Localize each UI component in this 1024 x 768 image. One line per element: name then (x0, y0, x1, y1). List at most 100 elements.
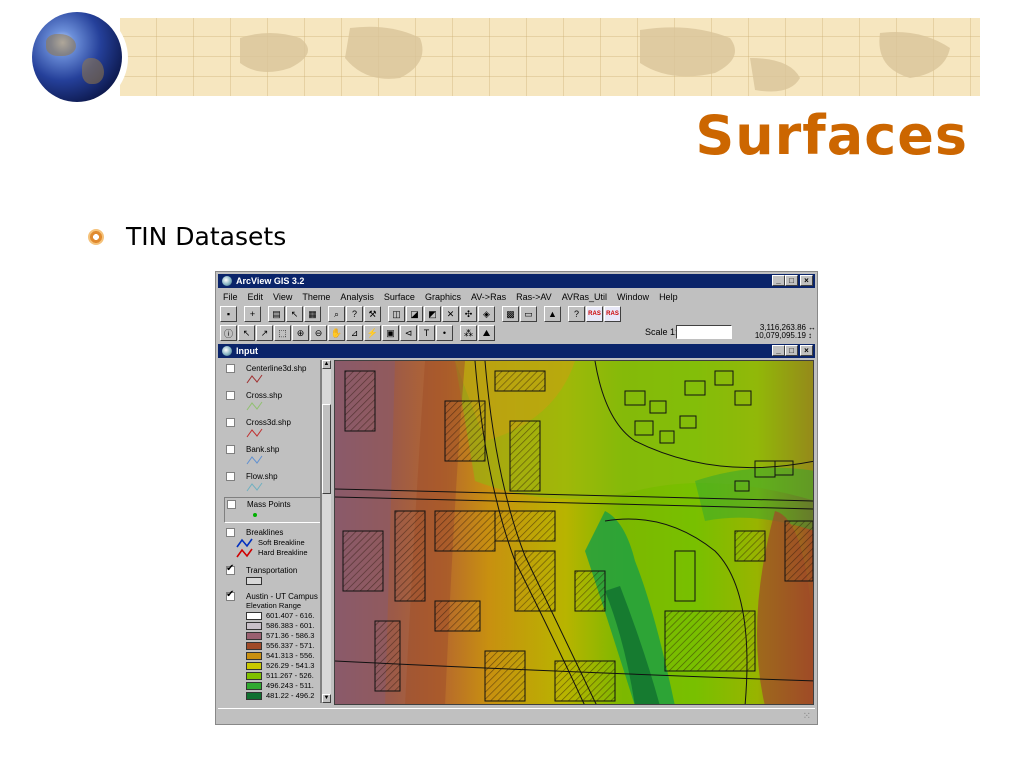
layer-checkbox[interactable] (226, 418, 235, 427)
menu-view[interactable]: View (268, 292, 297, 302)
draw-point-icon[interactable]: • (436, 325, 453, 341)
maximize-button[interactable]: □ (785, 275, 798, 286)
hard-breakline-label: Hard Breakline (258, 548, 308, 557)
layer-checkbox[interactable] (226, 472, 235, 481)
toc-scrollbar[interactable]: ▲ ▼ (322, 360, 331, 703)
open-table-icon[interactable]: ▦ (304, 306, 321, 322)
area-of-interest-icon[interactable]: ▣ (382, 325, 399, 341)
layer-transportation[interactable]: Transportation (224, 564, 320, 588)
menu-ras-av[interactable]: Ras->AV (511, 292, 557, 302)
elevation-legend-row: 601.407 - 616. (246, 611, 314, 620)
zoom-in-tool-icon[interactable]: ⊕ (292, 325, 309, 341)
layer-flow[interactable]: Flow.shp (224, 470, 320, 496)
menu-theme[interactable]: Theme (297, 292, 335, 302)
profile-icon[interactable]: ⛰ (478, 325, 495, 341)
menu-bar: File Edit View Theme Analysis Surface Gr… (218, 290, 683, 304)
menu-avras-util[interactable]: AVRas_Util (557, 292, 612, 302)
snap-icon[interactable]: ⁂ (460, 325, 477, 341)
layer-checkbox[interactable] (226, 391, 235, 400)
measure-icon[interactable]: ⊿ (346, 325, 363, 341)
scale-input[interactable] (676, 325, 732, 339)
find-icon[interactable]: ⌕ (328, 306, 345, 322)
minimize-button[interactable]: _ (772, 275, 785, 286)
layer-cross3d[interactable]: Cross3d.shp (224, 416, 320, 442)
scroll-down-icon[interactable]: ▼ (322, 694, 331, 703)
add-theme-icon[interactable]: + (244, 306, 261, 322)
line-symbol-icon (246, 455, 263, 465)
menu-surface[interactable]: Surface (379, 292, 420, 302)
layer-mass-points[interactable]: Mass Points (224, 497, 320, 523)
layer-centerline3d[interactable]: Centerline3d.shp (224, 362, 320, 388)
layer-cross[interactable]: Cross.shp (224, 389, 320, 415)
ras-tool-2-icon[interactable]: RAS (604, 306, 621, 322)
layer-checkbox[interactable] (226, 445, 235, 454)
menu-analysis[interactable]: Analysis (335, 292, 379, 302)
elevation-swatch (246, 671, 262, 680)
layer-breaklines[interactable]: Breaklines Soft Breakline Hard Breakline (224, 526, 320, 562)
view-icon (222, 346, 232, 356)
menu-file[interactable]: File (218, 292, 243, 302)
layer-checkbox[interactable] (226, 528, 235, 537)
view-close-button[interactable]: × (800, 345, 813, 356)
label-icon[interactable]: ⊲ (400, 325, 417, 341)
view-maximize-button[interactable]: □ (785, 345, 798, 356)
query-builder-icon[interactable]: ⚒ (364, 306, 381, 322)
select-feature-icon[interactable]: ⬚ (274, 325, 291, 341)
scroll-thumb[interactable] (322, 404, 331, 494)
zoom-in-icon[interactable]: ✕ (442, 306, 459, 322)
pointer-icon[interactable]: ↖ (238, 325, 255, 341)
elevation-swatch (246, 681, 262, 690)
elevation-legend-row: 496.243 - 511. (246, 681, 314, 690)
menu-help[interactable]: Help (654, 292, 683, 302)
save-icon[interactable]: ▪ (220, 306, 237, 322)
elevation-range-label: Elevation Range (246, 601, 302, 610)
text-icon[interactable]: T (418, 325, 435, 341)
help-icon[interactable]: ? (568, 306, 585, 322)
layer-name: Bank.shp (246, 445, 280, 454)
pan-icon[interactable]: ✋ (328, 325, 345, 341)
layer-name: Flow.shp (246, 472, 278, 481)
menu-window[interactable]: Window (612, 292, 654, 302)
ras-tool-1-icon[interactable]: RAS (586, 306, 603, 322)
zoom-previous-icon[interactable]: ◈ (478, 306, 495, 322)
view-minimize-button[interactable]: _ (772, 345, 785, 356)
bullet-icon (88, 228, 104, 245)
button-bar: ▪ + ▤ ↖ ▦ ⌕ ? ⚒ ◫ ◪ ◩ ✕ ✣ ◈ ▩ ▭ ▲ ? RAS … (220, 305, 815, 323)
resize-grip-icon[interactable]: ⁙ (803, 711, 811, 722)
zoom-selected-icon[interactable]: ◩ (424, 306, 441, 322)
select-features-icon[interactable]: ▩ (502, 306, 519, 322)
layout-icon[interactable]: ▲ (544, 306, 561, 322)
zoom-out-tool-icon[interactable]: ⊖ (310, 325, 327, 341)
identify-icon[interactable]: ⓘ (220, 325, 237, 341)
soft-breakline-symbol-icon (236, 538, 253, 548)
clear-selection-icon[interactable]: ▭ (520, 306, 537, 322)
locate-address-icon[interactable]: ? (346, 306, 363, 322)
layer-checkbox[interactable] (226, 364, 235, 373)
globe-icon (32, 12, 122, 102)
layer-checkbox-checked[interactable] (226, 565, 235, 575)
theme-properties-icon[interactable]: ▤ (268, 306, 285, 322)
layer-bank[interactable]: Bank.shp (224, 443, 320, 469)
elevation-swatch (246, 661, 262, 670)
vertex-edit-icon[interactable]: ↗ (256, 325, 273, 341)
scroll-up-icon[interactable]: ▲ (322, 360, 331, 369)
layer-checkbox-checked[interactable] (226, 591, 235, 601)
elevation-swatch (246, 641, 262, 650)
menu-av-ras[interactable]: AV->Ras (466, 292, 511, 302)
coordinate-arrows: ↔ ↕ (808, 324, 816, 340)
world-map-graphic (240, 26, 950, 92)
zoom-out-icon[interactable]: ✣ (460, 306, 477, 322)
menu-graphics[interactable]: Graphics (420, 292, 466, 302)
zoom-active-themes-icon[interactable]: ◪ (406, 306, 423, 322)
map-display[interactable] (334, 360, 814, 705)
elevation-legend-row: 481.22 - 496.2 (246, 691, 314, 700)
elevation-range-label: 496.243 - 511. (266, 681, 314, 690)
edit-legend-icon[interactable]: ↖ (286, 306, 303, 322)
hotlink-icon[interactable]: ⚡ (364, 325, 381, 341)
layer-austin-ut-campus[interactable]: Austin - UT Campus Elevation Range 601.4… (224, 590, 320, 702)
close-button[interactable]: × (800, 275, 813, 286)
menu-edit[interactable]: Edit (243, 292, 269, 302)
line-symbol-icon (246, 401, 263, 411)
zoom-full-extent-icon[interactable]: ◫ (388, 306, 405, 322)
layer-checkbox[interactable] (227, 500, 236, 509)
